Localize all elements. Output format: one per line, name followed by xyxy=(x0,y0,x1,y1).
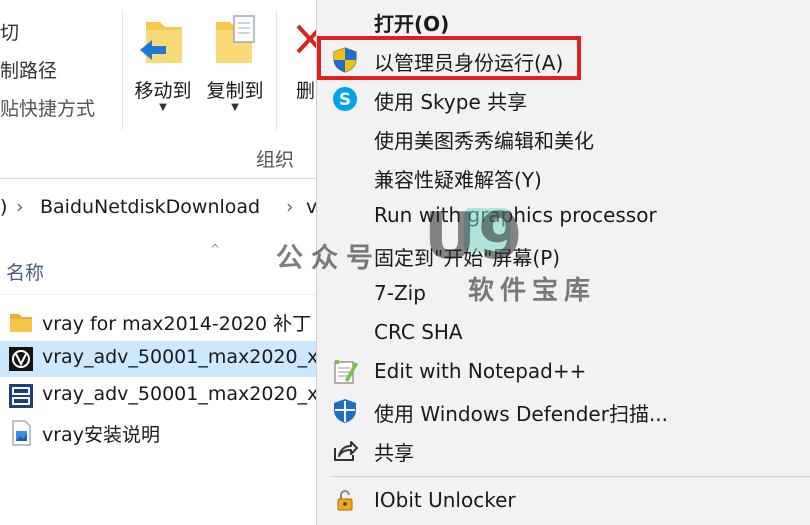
menu-item-label: CRC SHA xyxy=(374,320,463,344)
delete-label: 删 xyxy=(296,80,316,102)
chinese-patch-icon xyxy=(9,384,33,408)
organize-group-label: 组织 xyxy=(256,149,295,171)
menu-item-share[interactable]: 共享 xyxy=(317,430,810,469)
breadcrumb-chevron[interactable]: › xyxy=(286,196,294,218)
menu-item-compatibility[interactable]: 兼容性疑难解答(Y) xyxy=(317,157,810,196)
skype-icon: S xyxy=(333,87,357,111)
chevron-down-icon: ▼ xyxy=(231,102,239,113)
context-menu: 打开(O) 以管理员身份运行(A) S 使用 Skype 共享 使用美图秀秀编辑… xyxy=(316,0,810,525)
menu-item-7zip[interactable]: 7-Zip xyxy=(317,274,810,313)
column-name-label: 名称 xyxy=(6,262,45,284)
menu-item-label: 7-Zip xyxy=(374,281,426,305)
file-name: vray_adv_50001_max2020_x64 xyxy=(42,346,316,368)
menu-item-label: Run with graphics processor xyxy=(374,203,657,227)
breadcrumb-chevron[interactable]: › xyxy=(16,196,24,218)
copy-to-icon xyxy=(216,15,255,63)
menu-item-share-skype[interactable]: S 使用 Skype 共享 xyxy=(317,79,810,118)
menu-item-label: 使用 Windows Defender扫描... xyxy=(374,402,669,426)
column-header-name[interactable]: ^ 名称 xyxy=(0,242,316,295)
file-list-item[interactable]: vray for max2014-2020 补丁 xyxy=(0,304,316,340)
menu-item-iobit-unlocker[interactable]: IObit Unlocker xyxy=(317,481,810,520)
menu-separator xyxy=(331,476,810,477)
ribbon-divider xyxy=(276,10,277,130)
menu-item-label: 兼容性疑难解答(Y) xyxy=(374,168,542,192)
menu-item-label: 使用美图秀秀编辑和美化 xyxy=(374,129,594,153)
ribbon-toolbar: 切 制路径 贴快捷方式 移动到 ▼ 复制到 ▼ 删 组织 xyxy=(0,0,316,178)
menu-item-crc-sha[interactable]: CRC SHA xyxy=(317,313,810,352)
copy-to-button[interactable]: 复制到 ▼ xyxy=(200,14,270,124)
notepadpp-icon xyxy=(334,360,358,384)
uac-shield-icon xyxy=(333,47,357,73)
menu-item-label: 固定到"开始"屏幕(P) xyxy=(374,246,561,270)
file-name: vray安装说明 xyxy=(42,424,160,446)
menu-item-label: 使用 Skype 共享 xyxy=(374,90,528,114)
vray-installer-icon xyxy=(9,347,33,371)
copy-to-label: 复制到 xyxy=(206,80,264,102)
defender-icon xyxy=(334,399,356,423)
menu-item-run-as-admin[interactable]: 以管理员身份运行(A) xyxy=(317,40,810,79)
move-to-icon xyxy=(140,22,182,63)
share-icon xyxy=(334,441,358,461)
menu-item-label: Edit with Notepad++ xyxy=(374,359,587,383)
address-bar[interactable]: ) › BaiduNetdiskDownload › v xyxy=(0,190,317,228)
copy-path-command[interactable]: 制路径 xyxy=(0,56,57,83)
paste-shortcut-command[interactable]: 贴快捷方式 xyxy=(0,94,95,121)
iobit-unlocker-icon xyxy=(337,490,353,511)
image-file-icon xyxy=(12,420,31,446)
file-list-item-selected[interactable]: vray_adv_50001_max2020_x64 xyxy=(0,341,316,377)
menu-item-edit-notepadpp[interactable]: Edit with Notepad++ xyxy=(317,352,810,391)
move-to-button[interactable]: 移动到 ▼ xyxy=(128,14,198,124)
menu-item-meitu-edit[interactable]: 使用美图秀秀编辑和美化 xyxy=(317,118,810,157)
folder-icon xyxy=(10,314,32,332)
delete-button[interactable]: 删 xyxy=(282,14,316,124)
file-name: vray_adv_50001_max2020_x64 xyxy=(42,383,316,405)
menu-item-run-with-gpu[interactable]: Run with graphics processor xyxy=(317,196,810,235)
menu-item-label: IObit Unlocker xyxy=(374,488,516,512)
menu-item-label: 打开(O) xyxy=(374,12,450,36)
cut-command[interactable]: 切 xyxy=(0,18,19,45)
move-to-label: 移动到 xyxy=(134,80,192,102)
breadcrumb-folder[interactable]: BaiduNetdiskDownload xyxy=(40,196,260,218)
menu-item-defender-scan[interactable]: 使用 Windows Defender扫描... xyxy=(317,391,810,430)
ribbon-divider xyxy=(122,10,123,130)
menu-item-pin-to-start[interactable]: 固定到"开始"屏幕(P) xyxy=(317,235,810,274)
ribbon-bottom-border xyxy=(0,178,316,179)
file-explorer-window: 切 制路径 贴快捷方式 移动到 ▼ 复制到 ▼ 删 组织) › BaiduNe… xyxy=(0,0,317,525)
file-list-item[interactable]: vray安装说明 xyxy=(0,415,316,451)
sort-arrow-icon: ^ xyxy=(210,242,221,256)
breadcrumb-fragment: ) xyxy=(0,196,8,218)
delete-icon xyxy=(296,24,316,54)
file-list-item[interactable]: vray_adv_50001_max2020_x64 xyxy=(0,378,316,414)
menu-item-label: 共享 xyxy=(374,441,414,465)
menu-item-open[interactable]: 打开(O) xyxy=(317,1,810,40)
menu-item-label: 以管理员身份运行(A) xyxy=(374,51,564,75)
file-name: vray for max2014-2020 补丁 xyxy=(42,313,312,335)
chevron-down-icon: ▼ xyxy=(159,102,167,113)
svg-text:S: S xyxy=(339,90,351,110)
